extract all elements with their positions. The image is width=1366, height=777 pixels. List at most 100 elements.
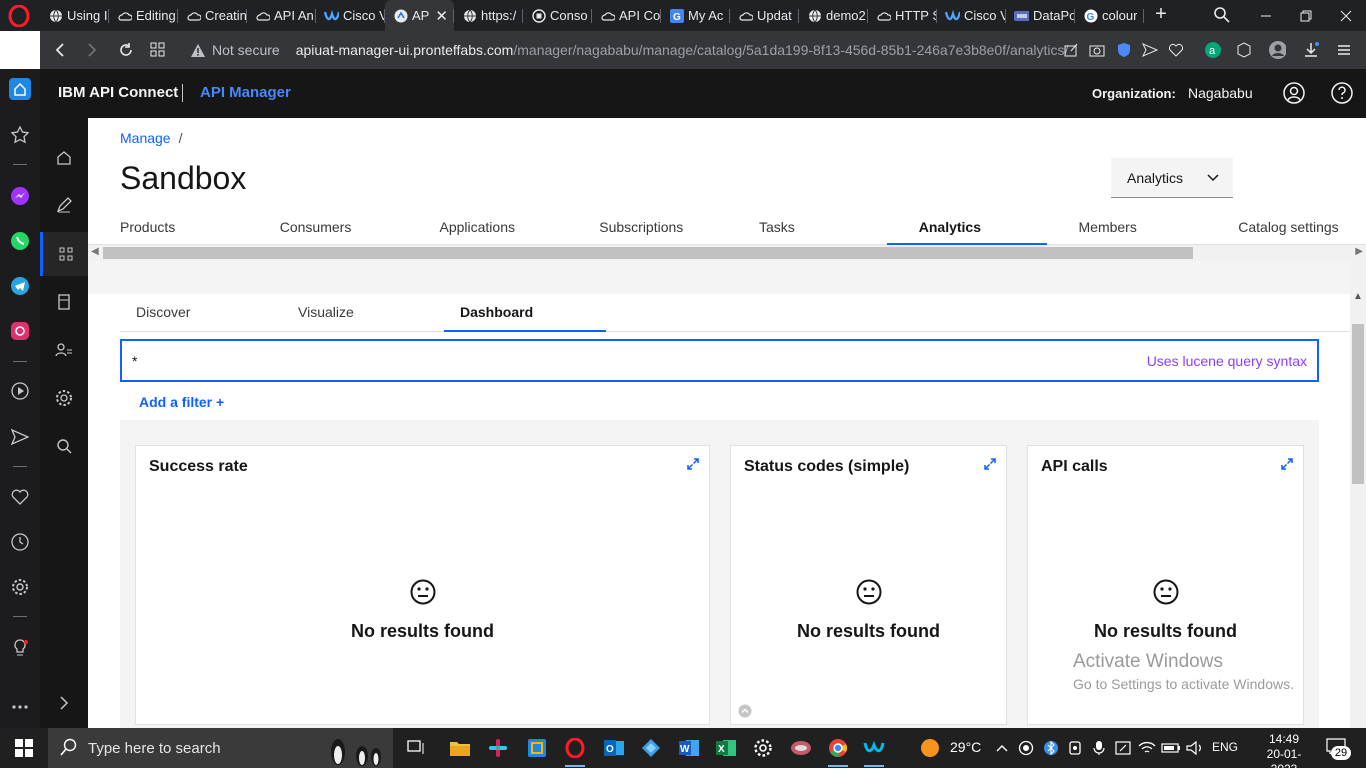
tray-battery-icon[interactable] <box>1159 736 1183 760</box>
expand-icon[interactable] <box>687 458 699 470</box>
organization-selector[interactable]: Nagababu <box>1188 85 1253 101</box>
browser-tab[interactable]: demo2 <box>799 0 868 31</box>
profile-avatar[interactable] <box>1268 41 1286 59</box>
speed-dial-home-icon[interactable] <box>9 78 31 100</box>
app-frame-icon[interactable] <box>525 736 549 760</box>
close-window-button[interactable] <box>1326 0 1366 31</box>
restore-button[interactable] <box>1286 0 1326 31</box>
scroll-up-arrow-icon[interactable]: ▲ <box>1353 291 1363 302</box>
word-icon[interactable]: W <box>677 736 701 760</box>
speed-dial-icon[interactable] <box>148 40 168 60</box>
minimize-button[interactable] <box>1246 0 1286 31</box>
whatsapp-icon[interactable] <box>9 230 31 252</box>
nav-settings-icon[interactable] <box>40 376 88 420</box>
tray-volume-icon[interactable] <box>1183 736 1207 760</box>
tray-device-icon[interactable] <box>1063 736 1087 760</box>
tray-microphone-icon[interactable] <box>1087 736 1111 760</box>
product-name[interactable]: API Manager <box>200 84 291 101</box>
nav-search-icon[interactable] <box>40 424 88 468</box>
scrollbar-thumb[interactable] <box>103 247 1193 259</box>
back-button[interactable] <box>50 40 70 60</box>
browser-tab[interactable]: Conso <box>523 0 592 31</box>
browser-tab[interactable]: Gcolour <box>1075 0 1144 31</box>
scroll-up-icon[interactable] <box>738 704 752 718</box>
scroll-right-arrow-icon[interactable]: ▶ <box>1355 246 1363 257</box>
slack-icon[interactable] <box>486 736 510 760</box>
bookmarks-heart-icon[interactable] <box>9 486 31 508</box>
tray-bluetooth-icon[interactable] <box>1039 736 1063 760</box>
aria-extension-icon[interactable]: a <box>1204 41 1222 59</box>
task-view-icon[interactable] <box>405 736 429 760</box>
browser-tab[interactable]: https:/ <box>454 0 523 31</box>
reload-icon[interactable] <box>116 40 136 60</box>
show-hidden-icons-chevron-icon[interactable] <box>990 736 1014 760</box>
add-filter-button[interactable]: Add a filter + <box>139 394 224 410</box>
messenger-icon[interactable] <box>9 185 31 207</box>
extensions-cube-icon[interactable] <box>1235 41 1253 59</box>
browser-tab[interactable]: DataPo <box>1006 0 1075 31</box>
excel-icon[interactable]: X <box>714 736 738 760</box>
azure-app-icon[interactable] <box>639 736 663 760</box>
nav-develop-icon[interactable] <box>40 183 88 227</box>
browser-tab[interactable]: G My Ac <box>661 0 730 31</box>
more-icon[interactable] <box>9 696 31 718</box>
subtab-discover[interactable]: Discover <box>120 294 282 332</box>
notification-center[interactable]: 29 <box>1326 738 1351 760</box>
nav-catalog-icon[interactable] <box>40 280 88 324</box>
scroll-left-arrow-icon[interactable]: ◀ <box>91 246 99 257</box>
tray-record-icon[interactable] <box>1014 736 1038 760</box>
browser-tab[interactable]: Cisco V <box>937 0 1006 31</box>
url-bar[interactable]: Not secure apiuat-manager-ui.pronteffabs… <box>190 36 1190 64</box>
nav-expand-chevron-icon[interactable] <box>40 681 88 725</box>
downloads-icon[interactable] <box>1302 41 1320 59</box>
subtab-dashboard[interactable]: Dashboard <box>444 294 606 332</box>
tab-search-icon[interactable] <box>1213 6 1231 24</box>
browser-tab[interactable]: AP ✕ <box>385 0 454 31</box>
heart-icon[interactable] <box>1167 41 1185 59</box>
help-icon[interactable] <box>1331 82 1353 104</box>
tab-products[interactable]: Products <box>88 210 248 245</box>
instagram-icon[interactable] <box>9 320 31 342</box>
expand-icon[interactable] <box>984 458 996 470</box>
close-tab-icon[interactable]: ✕ <box>435 7 448 25</box>
tray-wifi-icon[interactable] <box>1135 736 1159 760</box>
telegram-icon[interactable] <box>9 275 31 297</box>
browser-tab[interactable]: API Co <box>592 0 661 31</box>
brand-name[interactable]: IBM API Connect <box>58 84 178 101</box>
start-button[interactable] <box>0 728 48 768</box>
webex-icon[interactable] <box>862 736 886 767</box>
weather-temperature[interactable]: 29°C <box>950 739 981 755</box>
taskbar-clock[interactable]: 14:49 20-01-2023 <box>1254 732 1314 777</box>
taskbar-search[interactable]: Type here to search <box>48 728 393 768</box>
snipping-tool-icon[interactable] <box>789 736 813 760</box>
browser-tab[interactable]: API An <box>247 0 316 31</box>
breadcrumb-manage-link[interactable]: Manage <box>120 130 171 146</box>
settings-gear-icon[interactable] <box>9 576 31 598</box>
tab-applications[interactable]: Applications <box>407 210 568 245</box>
new-tab-button[interactable]: + <box>1150 3 1172 27</box>
chrome-icon[interactable] <box>826 736 850 767</box>
expand-icon[interactable] <box>1281 458 1293 470</box>
outlook-icon[interactable]: O <box>602 736 626 760</box>
tab-analytics[interactable]: Analytics <box>886 210 1047 245</box>
tab-tasks[interactable]: Tasks <box>727 210 887 245</box>
opera-browser-icon[interactable] <box>563 736 587 767</box>
horizontal-scrollbar[interactable]: ◀ ▶ <box>88 245 1366 261</box>
send-sidebar-icon[interactable] <box>9 426 31 448</box>
language-indicator[interactable]: ENG <box>1212 740 1238 754</box>
share-icon[interactable] <box>1062 41 1080 59</box>
tab-members[interactable]: Members <box>1046 210 1207 245</box>
settings-icon[interactable] <box>751 736 775 760</box>
lightbulb-icon[interactable] <box>9 637 31 659</box>
tray-network-pen-icon[interactable] <box>1111 736 1135 760</box>
scrollbar-thumb[interactable] <box>1352 324 1364 484</box>
opera-logo-icon[interactable] <box>8 5 30 27</box>
query-field[interactable]: Uses lucene query syntax <box>120 339 1319 382</box>
tab-catalog-settings[interactable]: Catalog settings <box>1206 210 1366 245</box>
nav-members-icon[interactable] <box>40 328 88 372</box>
browser-tab[interactable]: HTTP S <box>868 0 937 31</box>
tab-consumers[interactable]: Consumers <box>247 210 408 245</box>
tab-subscriptions[interactable]: Subscriptions <box>567 210 727 245</box>
nav-manage-icon[interactable] <box>40 232 88 276</box>
vpn-shield-icon[interactable] <box>1115 41 1133 59</box>
